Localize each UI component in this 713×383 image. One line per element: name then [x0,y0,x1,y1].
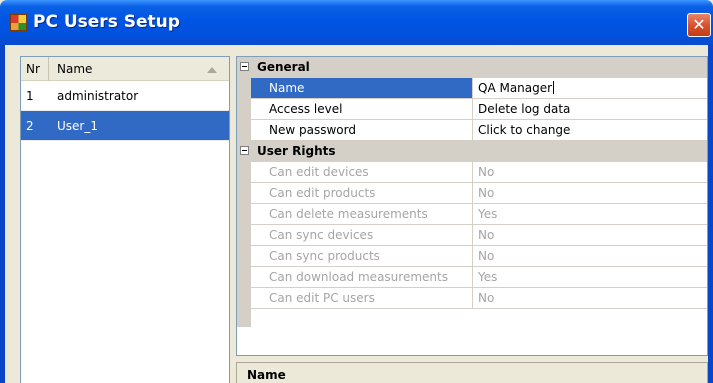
list-item[interactable]: 2 User_1 [21,111,229,141]
property-value-text: No [478,165,495,179]
property-value: Yes [474,267,707,287]
description-pane: Name [236,362,708,383]
property-row[interactable]: Can edit devices No [251,162,707,183]
close-icon: ✕ [692,15,706,34]
property-name: Can sync devices [251,225,473,245]
property-value[interactable]: Click to change [474,120,707,140]
property-value-text: No [478,291,495,305]
property-value-text: Click to change [478,123,571,137]
property-value[interactable]: Delete log data [474,99,707,119]
list-item-name: administrator [57,89,139,103]
property-name: Access level [251,99,473,119]
sort-ascending-icon [207,67,217,73]
grid-gutter [237,57,251,327]
property-row[interactable]: Can download measurements Yes [251,267,707,288]
property-value-text: Yes [478,270,498,284]
property-name: Can edit products [251,183,473,203]
property-row[interactable]: Can edit PC users No [251,288,707,309]
property-row[interactable]: New password Click to change [251,120,707,141]
property-name: Can download measurements [251,267,473,287]
list-header: Nr Name [21,57,229,81]
property-value-text: No [478,186,495,200]
property-value-text: Delete log data [478,102,571,116]
property-grid[interactable]: General Name QA Manager Access level Delete … [236,56,708,356]
property-value: Yes [474,204,707,224]
property-row[interactable]: Name QA Manager [251,78,707,99]
property-value-text: No [478,249,495,263]
column-header-name[interactable]: Name [50,57,229,81]
category-row[interactable]: General [237,57,707,78]
property-name: Can delete measurements [251,204,473,224]
property-name: Can sync products [251,246,473,266]
property-value: No [474,288,707,308]
category-label: General [257,60,310,74]
property-row[interactable]: Can delete measurements Yes [251,204,707,225]
list-item-nr: 1 [26,89,34,103]
property-name: New password [251,120,473,140]
property-value: No [474,225,707,245]
description-title: Name [247,368,286,382]
property-row[interactable]: Can edit products No [251,183,707,204]
column-header-nr[interactable]: Nr [21,57,49,81]
title-bar: PC Users Setup ✕ [0,0,713,45]
category-label: User Rights [257,144,336,158]
collapse-icon[interactable] [240,146,249,155]
collapse-icon[interactable] [240,62,249,71]
property-row[interactable]: Access level Delete log data [251,99,707,120]
property-value: No [474,162,707,182]
list-item-name: User_1 [57,119,98,133]
close-button[interactable]: ✕ [687,13,711,37]
property-value-text: QA Manager [478,81,553,95]
property-name: Can edit devices [251,162,473,182]
list-item[interactable]: 1 administrator [21,81,229,111]
property-row[interactable]: Can sync products No [251,246,707,267]
property-value: No [474,183,707,203]
window-title: PC Users Setup [33,12,180,32]
property-name: Can edit PC users [251,288,473,308]
window-frame-left [0,45,5,383]
list-item-nr: 2 [26,119,34,133]
property-name: Name [251,78,473,98]
property-value: No [474,246,707,266]
text-caret [553,81,555,94]
property-value-text: No [478,228,495,242]
property-row[interactable]: Can sync devices No [251,225,707,246]
category-row[interactable]: User Rights [237,141,707,162]
property-value-text: Yes [478,207,498,221]
window-frame-right [708,45,713,383]
user-list[interactable]: Nr Name 1 administrator 2 User_1 [20,56,230,383]
property-value-input[interactable]: QA Manager [474,78,707,98]
column-header-name-label: Name [57,62,93,76]
app-icon [10,14,27,31]
